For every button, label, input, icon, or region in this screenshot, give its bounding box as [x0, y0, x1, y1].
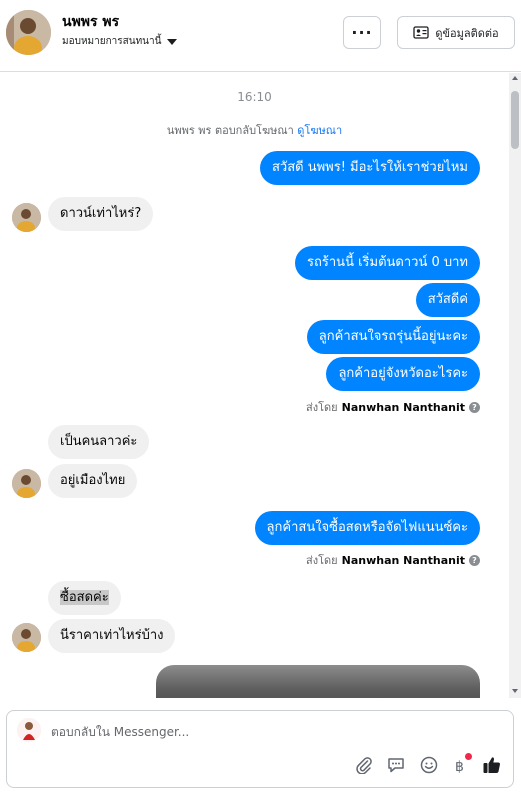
- view-contact-info-button[interactable]: ดูข้อมูลติดต่อ: [397, 16, 515, 49]
- highlighted-text: ซื้อสดค่ะ: [60, 590, 109, 605]
- saved-reply-icon: [388, 758, 404, 773]
- message-bubble-incoming[interactable]: อยู่เมืองไทย: [48, 464, 138, 498]
- like-icon: [483, 757, 500, 773]
- ad-reply-note: นพพร พร ตอบกลับโฆษณา ดูโฆษณา: [0, 121, 509, 139]
- payment-button[interactable]: ฿: [449, 753, 472, 776]
- contact-avatar-small: [12, 469, 41, 498]
- reply-composer: ฿: [6, 710, 514, 788]
- attach-file-button[interactable]: [353, 754, 375, 776]
- contact-name[interactable]: นพพร พร: [62, 11, 119, 33]
- message-bubble-outgoing[interactable]: ลูกค้าอยู่จังหวัดอะไรคะ: [326, 357, 480, 391]
- message-bubble-incoming[interactable]: เป็นคนลาวค่ะ: [48, 425, 150, 459]
- like-button[interactable]: [481, 754, 503, 776]
- message-bubble-outgoing[interactable]: ลูกค้าสนใจซื้อสดหรือจัดไฟแนนซ์คะ: [254, 511, 480, 545]
- message-bubble-outgoing[interactable]: สวัสดี นพพร! มีอะไรให้เราช่วยไหม: [259, 151, 480, 185]
- page-avatar: [17, 718, 41, 742]
- ad-reply-text: นพพร พร ตอบกลับโฆษณา: [166, 124, 294, 137]
- sent-by-prefix: ส่งโดย: [306, 401, 338, 414]
- scroll-up-arrow-icon[interactable]: [512, 76, 518, 80]
- message-bubble-incoming[interactable]: นีราคาเท่าไหร่บ้าง: [48, 619, 176, 653]
- scroll-down-arrow-icon[interactable]: [512, 689, 518, 693]
- contact-card-icon: [413, 26, 429, 39]
- message-bubble-outgoing[interactable]: รถร้านนี้ เริ่มต้นดาวน์ 0 บาท: [295, 246, 480, 280]
- assign-label: มอบหมายการสนทนานี้: [62, 36, 162, 47]
- contact-avatar[interactable]: [6, 10, 51, 55]
- info-button-label: ดูข้อมูลติดต่อ: [435, 26, 499, 40]
- more-options-button[interactable]: ···: [343, 16, 381, 49]
- thread-scrollbar[interactable]: [509, 73, 521, 698]
- sent-by-prefix: ส่งโดย: [306, 554, 338, 567]
- message-bubble-incoming[interactable]: ดาวน์เท่าไหร่?: [48, 197, 154, 231]
- view-ad-link[interactable]: ดูโฆษณา: [297, 124, 342, 137]
- assign-conversation-dropdown[interactable]: มอบหมายการสนทนานี้: [62, 34, 178, 49]
- message-bubble-outgoing[interactable]: ลูกค้าสนใจรถรุ่นนี้อยู่นะคะ: [306, 320, 480, 354]
- sender-name: Nanwhan Nanthanit: [341, 553, 465, 567]
- emoji-icon: [420, 756, 438, 774]
- conversation-header: นพพร พร มอบหมายการสนทนานี้ ··· ดูข้อมูลต…: [0, 0, 521, 72]
- svg-text:฿: ฿: [455, 759, 464, 774]
- message-thread[interactable]: 16:10 นพพร พร ตอบกลับโฆษณา ดูโฆษณา สวัสด…: [0, 73, 521, 698]
- emoji-button[interactable]: [418, 754, 440, 776]
- image-attachment[interactable]: [156, 665, 480, 698]
- contact-avatar-small: [12, 623, 41, 652]
- sent-by-label: ส่งโดย Nanwhan Nanthanit ?: [306, 551, 480, 569]
- sent-by-label: ส่งโดย Nanwhan Nanthanit ?: [306, 398, 480, 416]
- caret-down-icon: [167, 38, 178, 45]
- message-bubble-outgoing[interactable]: สวัสดีค่: [415, 283, 480, 317]
- more-icon: ···: [351, 23, 373, 42]
- paperclip-icon: [356, 757, 372, 774]
- scroll-thumb[interactable]: [511, 91, 519, 149]
- message-timestamp: 16:10: [237, 90, 272, 104]
- sender-name: Nanwhan Nanthanit: [341, 400, 465, 414]
- help-icon[interactable]: ?: [469, 554, 480, 566]
- contact-avatar-small: [12, 203, 41, 232]
- notification-dot: [465, 753, 472, 760]
- saved-replies-button[interactable]: [385, 754, 407, 776]
- help-icon[interactable]: ?: [469, 401, 480, 413]
- message-bubble-incoming[interactable]: ซื้อสดค่ะ: [48, 581, 121, 615]
- reply-input[interactable]: [51, 725, 431, 739]
